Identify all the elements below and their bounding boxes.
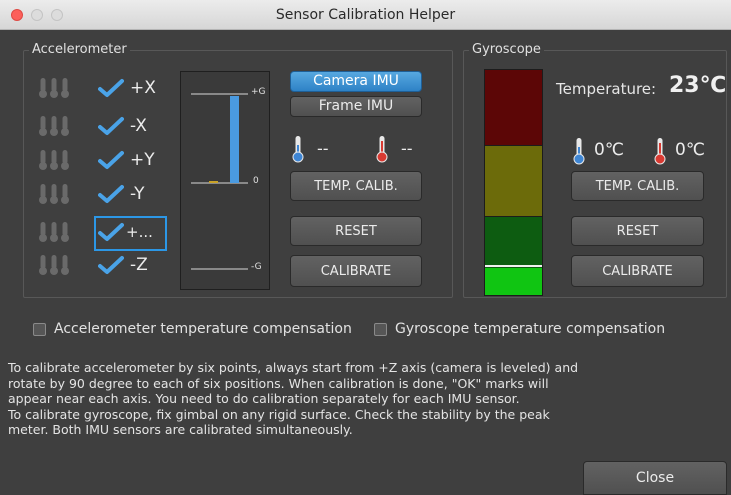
instructions-text: To calibrate accelerometer by six points… (8, 360, 708, 438)
gyro-temperature-value: 23℃ (669, 73, 727, 98)
instruction-line: appear near each axis. You need to do ca… (8, 391, 520, 406)
gray-thermometer-icon (36, 115, 72, 136)
hot-thermometer-icon (376, 136, 388, 163)
checkmark-icon (98, 151, 124, 169)
gyro-temp-comp-label: Gyroscope temperature compensation (395, 321, 666, 337)
axis-label: -X (130, 116, 147, 136)
gyro-hot-temp-value: 0℃ (675, 140, 705, 160)
gyro-calibrate-button[interactable]: CALIBRATE (571, 255, 704, 287)
cold-thermometer-icon (573, 138, 585, 165)
peak-zone-warning (485, 146, 542, 216)
axis-selection-highlight (94, 216, 167, 251)
gyro-cold-temp: 0℃ (572, 137, 632, 165)
accel-cold-temp: -- (291, 135, 351, 163)
checkmark-icon (98, 185, 124, 203)
gray-thermometer-icon (36, 77, 72, 98)
window-title: Sensor Calibration Helper (275, 7, 456, 23)
accel-meter-top-label: +G (251, 87, 266, 97)
axis-label: -Z (130, 255, 148, 275)
instruction-line: rotate by 90 degree to each of six posit… (8, 375, 549, 391)
peak-level-fill (485, 268, 542, 295)
checkmark-icon (98, 79, 124, 97)
accel-cold-temp-value: -- (317, 139, 329, 158)
axis-row[interactable]: +X (98, 75, 168, 101)
checkmark-icon (98, 256, 124, 274)
axis-label: -Y (130, 184, 145, 204)
gyro-peak-meter (484, 69, 543, 296)
gray-thermometer-icon (36, 254, 72, 275)
accel-temp-calib-button[interactable]: TEMP. CALIB. (290, 171, 422, 201)
gyro-temp-comp-option[interactable]: Gyroscope temperature compensation (374, 321, 684, 341)
hot-thermometer-icon (654, 138, 666, 165)
title-bar: Sensor Calibration Helper (0, 0, 731, 30)
checkmark-icon (98, 117, 124, 135)
axis-label: +Y (130, 150, 155, 170)
accelerometer-group-label: Accelerometer (29, 42, 130, 58)
instruction-line: To calibrate gyroscope, fix gimbal on an… (8, 406, 550, 422)
accel-temp-comp-option[interactable]: Accelerometer temperature compensation (33, 321, 363, 341)
gyro-hot-temp: 0℃ (653, 137, 713, 165)
gyro-temperature-label: Temperature: (556, 80, 657, 98)
axis-row[interactable]: -Y (98, 181, 168, 207)
gyro-temp-calib-button[interactable]: TEMP. CALIB. (571, 171, 704, 201)
gyro-cold-temp-value: 0℃ (594, 140, 624, 160)
frame-imu-button[interactable]: Frame IMU (290, 96, 422, 117)
cold-thermometer-icon (292, 136, 304, 163)
close-button[interactable]: Close (583, 461, 727, 495)
gray-thermometer-icon (36, 221, 72, 242)
gray-thermometer-icon (36, 149, 72, 170)
axis-row[interactable]: +Y (98, 147, 168, 173)
axis-row[interactable]: -X (98, 113, 168, 139)
peak-level-indicator (485, 265, 542, 267)
accel-calibrate-button[interactable]: CALIBRATE (290, 255, 422, 287)
accel-meter-bottom-label: -G (251, 262, 262, 272)
gray-thermometer-icon (36, 183, 72, 204)
accel-temp-comp-checkbox[interactable] (33, 323, 46, 336)
axis-label: +X (130, 78, 156, 98)
camera-imu-button[interactable]: Camera IMU (290, 71, 422, 92)
accel-meter-zero-label: 0 (253, 176, 259, 186)
gyroscope-group-label: Gyroscope (469, 42, 544, 58)
accel-hot-temp-value: -- (401, 139, 413, 158)
accel-meter: +G 0 -G (180, 71, 270, 290)
accel-meter-marker (209, 181, 218, 183)
accel-meter-bar (230, 96, 239, 183)
instruction-line: meter. Both IMU sensors are calibrated s… (8, 422, 353, 437)
accel-hot-temp: -- (375, 135, 435, 163)
instruction-line: To calibrate accelerometer by six points… (8, 360, 579, 375)
peak-zone-high (485, 70, 542, 145)
axis-row[interactable]: -Z (98, 252, 168, 278)
accel-reset-button[interactable]: RESET (290, 216, 422, 246)
accel-temp-comp-label: Accelerometer temperature compensation (54, 321, 352, 337)
gyro-temp-comp-checkbox[interactable] (374, 323, 387, 336)
gyro-reset-button[interactable]: RESET (571, 216, 704, 246)
